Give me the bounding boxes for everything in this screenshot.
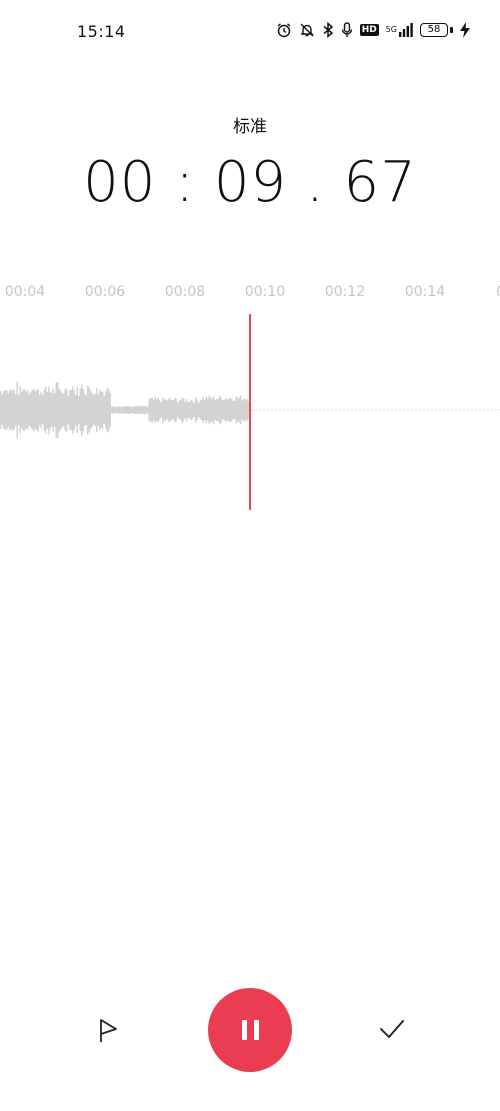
pause-icon	[241, 1020, 259, 1040]
hd-icon: HD	[359, 24, 379, 36]
timeline-tick: 00:14	[404, 284, 446, 300]
alarm-icon	[276, 22, 292, 38]
done-button[interactable]	[372, 1009, 412, 1049]
playhead[interactable]	[249, 314, 251, 510]
timeline-tick: 00:12	[324, 284, 366, 300]
charging-icon	[460, 22, 470, 38]
flag-icon	[100, 1019, 117, 1042]
battery-level: 58	[420, 23, 448, 37]
timeline-tick: 00:08	[164, 284, 206, 300]
status-bar: 15:14 HD 5G 58	[0, 0, 500, 62]
signal-icon: 5G	[386, 23, 413, 37]
bluetooth-icon	[322, 22, 334, 38]
recording-mode-label: 标准	[233, 117, 267, 137]
mic-icon	[341, 22, 353, 38]
timeline-tick: 00:10	[244, 284, 286, 300]
network-label: 5G	[385, 25, 397, 34]
timeline-tick: 00:06	[84, 284, 126, 300]
elapsed-timer: 00 : 09 . 67	[83, 150, 417, 215]
mute-icon	[299, 22, 315, 38]
timeline-tick: 00	[475, 284, 500, 300]
check-icon	[380, 1020, 404, 1038]
battery-icon: 58	[420, 23, 453, 37]
flag-button[interactable]	[90, 1011, 128, 1049]
timeline-ruler: 00:04 00:06 00:08 00:10 00:12 00:14 00	[0, 284, 500, 308]
status-icons: HD 5G 58	[276, 22, 470, 38]
status-time: 15:14	[77, 22, 126, 41]
control-bar	[0, 985, 500, 1075]
pause-button[interactable]	[208, 988, 292, 1072]
timeline-tick: 00:04	[4, 284, 46, 300]
